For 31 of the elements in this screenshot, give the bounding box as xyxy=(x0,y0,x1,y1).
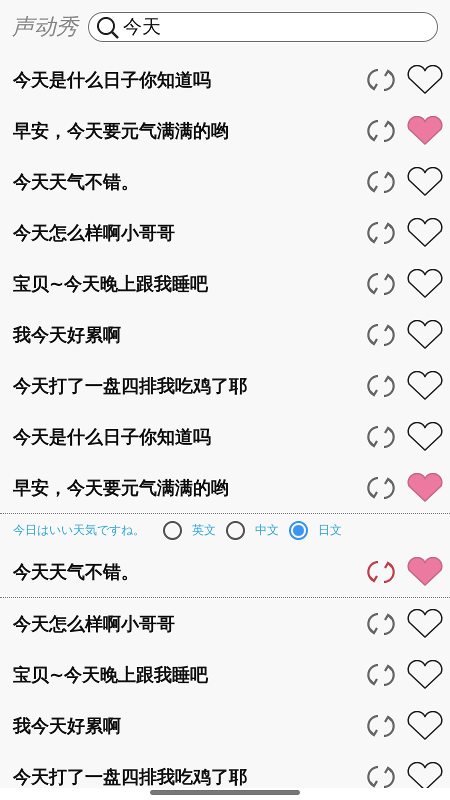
heart-icon[interactable] xyxy=(406,218,444,248)
heart-icon[interactable] xyxy=(406,370,444,400)
phrase-text[interactable]: 今天天气不错。 xyxy=(13,170,356,194)
phrase-text[interactable]: 今天是什么日子你知道吗 xyxy=(13,424,356,448)
phrase-text[interactable]: 今天打了一盘四排我吃鸡了耶 xyxy=(13,764,356,788)
phrase-text[interactable]: 宝贝~今天晚上跟我睡吧 xyxy=(13,662,356,686)
app-title: 声动秀 xyxy=(12,14,78,42)
heart-icon[interactable] xyxy=(406,422,444,452)
phrase-text[interactable]: 我今天好累啊 xyxy=(13,322,356,346)
heart-icon[interactable] xyxy=(406,320,444,350)
radio-button[interactable] xyxy=(226,520,245,540)
phrase-text[interactable]: 今天打了一盘四排我吃鸡了耶 xyxy=(13,374,356,398)
heart-icon[interactable] xyxy=(406,64,444,94)
heart-icon[interactable] xyxy=(406,166,444,196)
phrase-text[interactable]: 今天怎么样啊小哥哥 xyxy=(13,220,356,244)
translation-text: 今日はいい天気ですね。 xyxy=(13,522,145,538)
phrase-text[interactable]: 早安，今天要元气满满的哟 xyxy=(13,118,356,142)
search-icon xyxy=(96,16,120,40)
phrase-text[interactable]: 今天是什么日子你知道吗 xyxy=(13,68,356,92)
radio-button[interactable] xyxy=(289,520,308,540)
phrase-text[interactable]: 早安，今天要元气满满的哟 xyxy=(13,476,356,500)
heart-icon[interactable] xyxy=(406,660,444,690)
heart-icon[interactable] xyxy=(406,268,444,298)
phrase-text[interactable]: 今天怎么样啊小哥哥 xyxy=(13,612,356,636)
heart-icon[interactable] xyxy=(406,608,444,638)
phrase-text[interactable]: 宝贝~今天晚上跟我睡吧 xyxy=(13,272,356,296)
search-field[interactable]: 今天 xyxy=(88,12,438,42)
heart-icon[interactable] xyxy=(406,710,444,740)
phrase-text[interactable]: 我今天好累啊 xyxy=(13,714,356,738)
phrase-text[interactable]: 今天天气不错。 xyxy=(13,560,356,584)
radio-button[interactable] xyxy=(163,520,182,540)
